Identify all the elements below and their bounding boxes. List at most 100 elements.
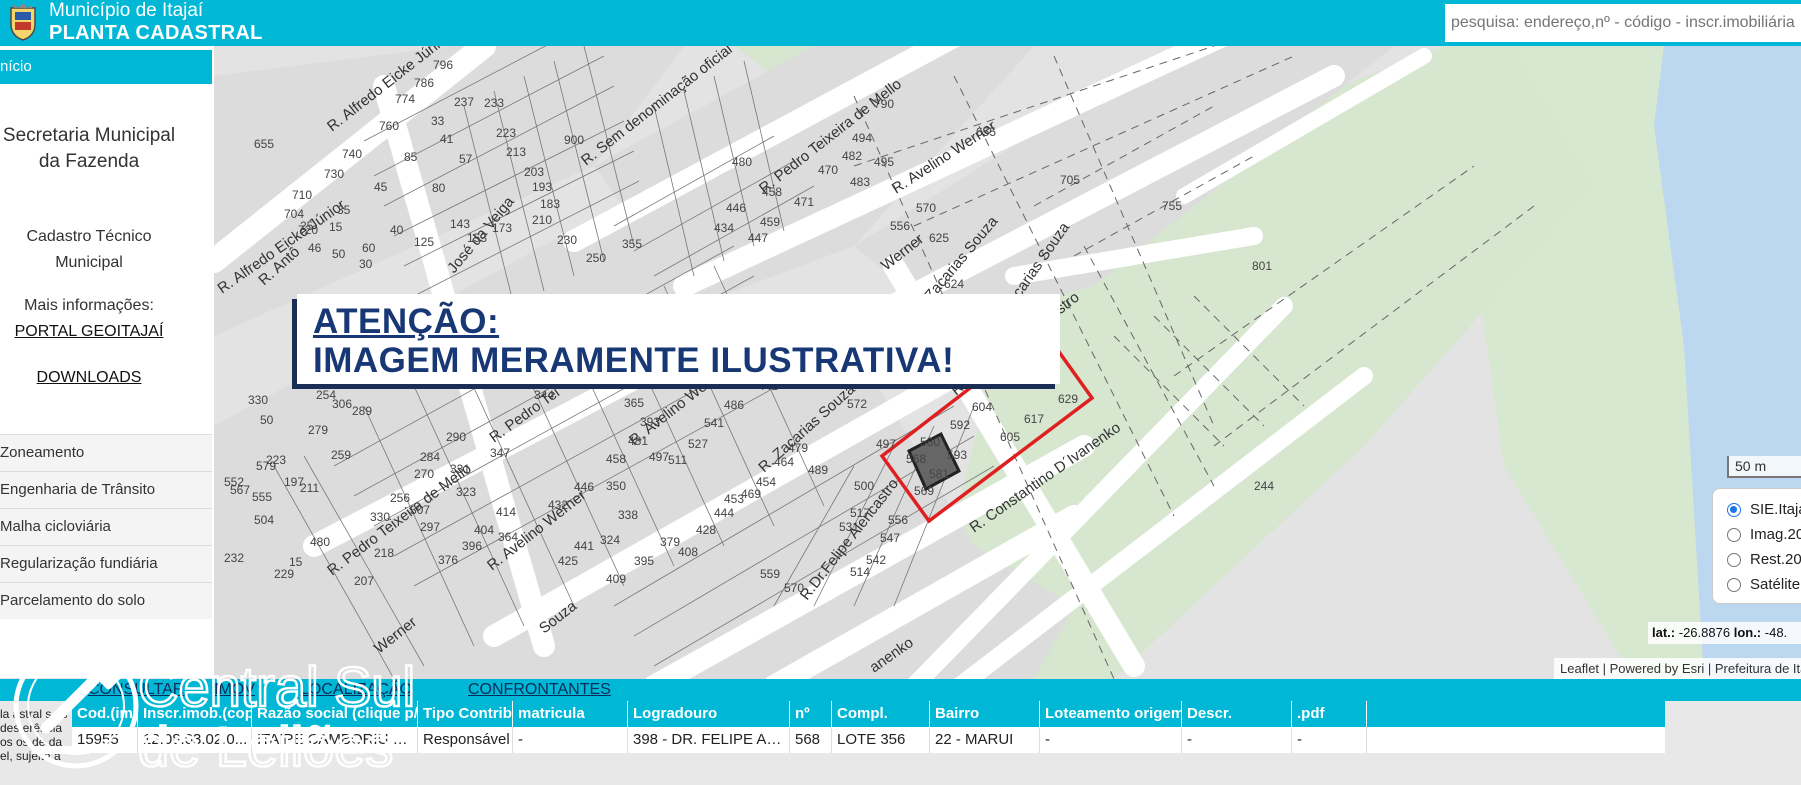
illustrative-notice: ATENÇÃO: IMAGEM MERAMENTE ILUSTRATIVA! [297,294,1060,384]
lot-number: 900 [564,133,584,147]
table-cell[interactable]: - [513,727,628,753]
lot-number: 213 [506,145,526,159]
lot-number: 45 [374,180,388,194]
portal-geoitajai-link[interactable]: PORTAL GEOITAJAÍ [0,323,178,341]
column-header[interactable]: Descr. [1182,701,1292,727]
lot-number: 80 [432,181,446,195]
lot-number: 458 [762,185,782,199]
lot-number: 786 [414,76,434,90]
lon-label: lon.: [1733,625,1762,640]
sidebar-item-engenharia-transito[interactable]: Engenharia de Trânsito [0,471,212,508]
lot-number: 290 [446,430,466,444]
column-header[interactable]: Logradouro [628,701,790,727]
lot-number: 483 [850,175,870,189]
lot-number: 495 [874,155,894,169]
lot-number: 655 [254,137,274,151]
column-header[interactable]: Cod.(imo) [72,701,138,727]
table-cell[interactable]: Responsável [418,727,513,753]
column-header[interactable]: Bairro [930,701,1040,727]
lot-number: 605 [1000,430,1020,444]
column-header[interactable]: Razão social (clique p/mais info.) [252,701,418,727]
lot-number: 40 [390,223,404,237]
lot-number: 555 [252,490,272,504]
layer-label: SIE.Itajaí [1750,501,1801,518]
column-header[interactable]: nº [790,701,832,727]
tab-confrontantes[interactable]: CONFRONTANTES [468,679,611,701]
search-input[interactable] [1445,4,1801,42]
layer-option-imag2019[interactable]: Imag.2019 [1727,522,1801,547]
lot-number: 489 [808,463,828,477]
lot-number: 705 [1060,173,1080,187]
sidebar-item-malha-cicloviaria[interactable]: Malha cicloviária [0,508,212,545]
lot-number: 629 [1058,392,1078,406]
table-cell[interactable]: 12.08.03.02.0... [138,727,252,753]
table-cell[interactable]: ITAIPE CAMBORIU SA IPES... [252,727,418,753]
lot-number: 230 [557,233,577,247]
table-cell[interactable]: - [1182,727,1292,753]
table-cell[interactable]: LOTE 356 [832,727,930,753]
radio-icon[interactable] [1727,577,1741,592]
lot-number: 125 [414,235,434,249]
lat-label: lat.: [1652,625,1676,640]
lot-number: 232 [224,551,244,565]
sidebar-item-regularizacao[interactable]: Regularização fundiária [0,545,212,582]
lot-number: 50 [260,413,274,427]
radio-icon[interactable] [1727,552,1741,567]
tab-imoveis[interactable]: IMOV [214,679,255,701]
lot-number: 486 [724,398,744,412]
table-cell[interactable]: - [1292,727,1367,753]
table-cell[interactable]: 568 [790,727,832,753]
column-header[interactable]: Inscr.imob.(copiar) [138,701,252,727]
lot-number: 85 [404,150,418,164]
lot-number: 531 [839,520,859,534]
column-header[interactable]: Compl. [832,701,930,727]
column-header[interactable]: .pdf [1292,701,1367,727]
table-cell[interactable]: 398 - DR. FELIPE ALE... [628,727,790,753]
column-header[interactable]: Loteamento origem [1040,701,1182,727]
lot-number: 655 [976,125,996,139]
sidebar-item-zoneamento[interactable]: Zoneamento [0,434,212,471]
downloads-link[interactable]: DOWNLOADS [0,369,178,387]
lot-number: 801 [1252,259,1272,273]
lot-number: 568 [906,452,926,466]
lot-number: 35 [337,203,351,217]
lot-number: 504 [254,513,274,527]
table-row[interactable]: 15955 12.08.03.02.0... ITAIPE CAMBORIU SA … [72,727,1665,753]
secretaria-title: Secretaria Municipal da Fazenda [2,125,176,172]
more-info-label: Mais informações: [24,297,154,314]
lot-number: 323 [456,485,476,499]
tab-consultar[interactable]: CONSULTAR [88,679,184,701]
lot-number: 497 [649,450,669,464]
municipal-crest-icon [10,3,36,41]
lot-number: 330 [248,393,268,407]
table-cell[interactable]: 22 - MARUI [930,727,1040,753]
scale-bar: 50 m [1727,456,1801,478]
cadastral-map[interactable]: R. Alfredo Eicke Júnior R. Alfredo Eicke… [214,46,1801,679]
app-header: Município de Itajaí PLANTA CADASTRAL [0,0,1801,46]
table-cell[interactable]: 15955 [72,727,138,753]
layer-switcher: SIE.Itajaí Imag.2019 Rest.2010 Satélite [1712,488,1801,604]
lot-number: 479 [788,441,808,455]
table-cell[interactable]: - [1040,727,1182,753]
map-attribution[interactable]: Leaflet | Powered by Esri | Prefeitura d… [1554,658,1801,679]
app-title: PLANTA CADASTRAL [49,22,263,44]
layer-option-sie[interactable]: SIE.Itajaí [1727,497,1801,522]
lot-number: 344 [534,388,554,402]
lot-number: 464 [774,455,794,469]
lot-number: 404 [474,523,494,537]
layer-option-rest2010[interactable]: Rest.2010 [1727,547,1801,572]
lot-number: 494 [852,131,872,145]
lot-number: 567 [230,483,250,497]
tab-localizacao[interactable]: LOCALIZAÇÃO [300,679,412,701]
radio-selected-icon[interactable] [1727,502,1741,517]
lot-number: 710 [292,188,312,202]
lot-number: 500 [854,479,874,493]
column-header[interactable]: Tipo Contrib. [418,701,513,727]
sidebar-item-parcelamento[interactable]: Parcelamento do solo [0,582,212,619]
radio-icon[interactable] [1727,527,1741,542]
layer-option-satelite[interactable]: Satélite [1727,572,1801,597]
column-header[interactable]: matricula [513,701,628,727]
lot-number: 259 [331,448,351,462]
lot-number: 581 [929,467,949,481]
tab-inicio[interactable]: nício [0,50,212,84]
